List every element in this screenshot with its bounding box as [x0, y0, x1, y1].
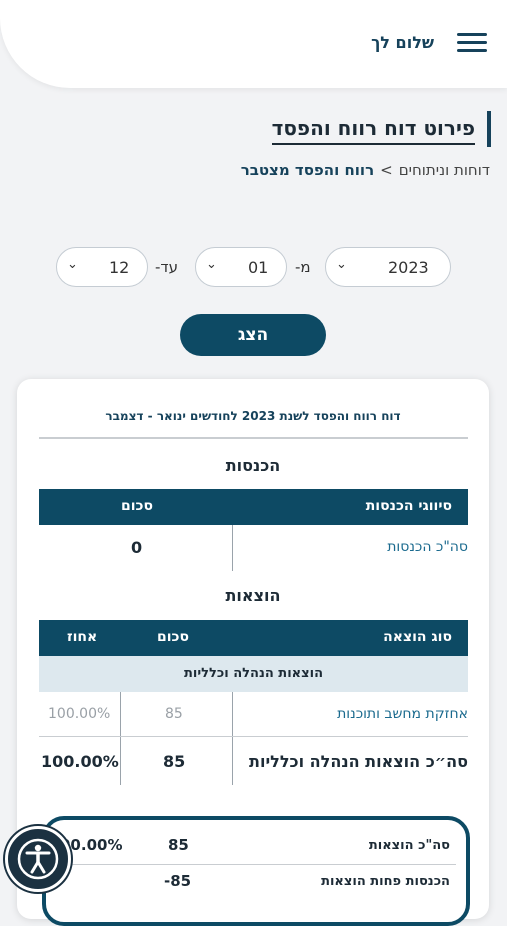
show-button[interactable]: הצג: [180, 314, 326, 356]
summary-net-amount: -85: [164, 872, 192, 890]
chevron-down-icon: ⌄: [206, 257, 217, 272]
to-month-value: 12: [109, 258, 130, 277]
expenses-table-header: סוג הוצאה סכום אחוז: [39, 620, 468, 656]
summary-expenses-label: סה"כ הוצאות: [368, 838, 450, 853]
expense-row-percent: 100.00%: [48, 706, 111, 722]
expense-row-amount: 85: [165, 706, 183, 722]
breadcrumb-parent-link[interactable]: דוחות וניתוחים: [399, 161, 490, 179]
to-month-select[interactable]: 12 ⌄: [56, 247, 148, 287]
column-divider: [232, 737, 233, 785]
hamburger-icon[interactable]: [457, 32, 487, 54]
expense-percent-header: אחוז: [67, 629, 98, 645]
top-header: שלום לך: [0, 0, 507, 88]
income-total-row: סה"כ הכנסות 0: [39, 525, 468, 571]
column-divider: [232, 525, 233, 571]
chevron-down-icon: ⌄: [67, 257, 78, 272]
column-divider: [232, 692, 233, 736]
expenses-section-title: הוצאות: [225, 586, 281, 605]
column-divider: [120, 692, 121, 736]
category-total-amount: 85: [163, 752, 186, 771]
category-total-label: סה״כ הוצאות הנהלה וכלליות: [249, 752, 468, 771]
expense-category-row: הוצאות הנהלה וכלליות: [39, 656, 468, 692]
table-row: אחזקת מחשב ותוכנות 85 100.00%: [39, 692, 468, 736]
title-accent-bar: [487, 111, 491, 147]
greeting-text: שלום לך: [371, 33, 434, 52]
income-section-title: הכנסות: [225, 456, 281, 475]
summary-box: סה"כ הוצאות 85 00.00% הכנסות פחות הוצאות…: [42, 816, 470, 926]
year-select[interactable]: 2023 ⌄: [325, 247, 451, 287]
from-month-select[interactable]: 01 ⌄: [195, 247, 287, 287]
income-type-header: סיווגי הכנסות: [365, 498, 452, 514]
breadcrumb: דוחות וניתוחים > רווח והפסד מצטבר: [241, 161, 490, 179]
expense-type-header: סוג הוצאה: [383, 629, 452, 645]
accessibility-icon[interactable]: [5, 826, 71, 892]
from-label: מ-: [295, 258, 311, 276]
heading-divider: [39, 437, 468, 439]
summary-divider: [56, 864, 456, 865]
to-label: עד-: [155, 258, 178, 276]
year-select-value: 2023: [388, 258, 429, 277]
chevron-down-icon: ⌄: [336, 257, 347, 272]
income-total-value: 0: [131, 538, 143, 557]
expense-amount-header: סכום: [157, 629, 189, 645]
expense-category-total-row: סה״כ הוצאות הנהלה וכלליות 85 100.00%: [39, 737, 468, 785]
income-table-header: סיווגי הכנסות סכום: [39, 489, 468, 525]
income-total-label[interactable]: סה"כ הכנסות: [387, 539, 468, 555]
from-month-value: 01: [248, 258, 269, 277]
income-amount-header: סכום: [121, 498, 153, 514]
summary-expenses-amount: 85: [168, 836, 189, 854]
report-heading: דוח רווח והפסד לשנת 2023 לחודשים ינואר -…: [105, 409, 401, 423]
column-divider: [120, 737, 121, 785]
summary-net-label: הכנסות פחות הוצאות: [321, 874, 450, 889]
expense-row-label[interactable]: אחזקת מחשב ותוכנות: [337, 706, 468, 722]
category-total-percent: 100.00%: [41, 752, 119, 771]
breadcrumb-separator: >: [380, 161, 393, 179]
page-title: פירוט דוח רווח והפסד: [271, 116, 475, 145]
breadcrumb-current: רווח והפסד מצטבר: [240, 161, 375, 179]
